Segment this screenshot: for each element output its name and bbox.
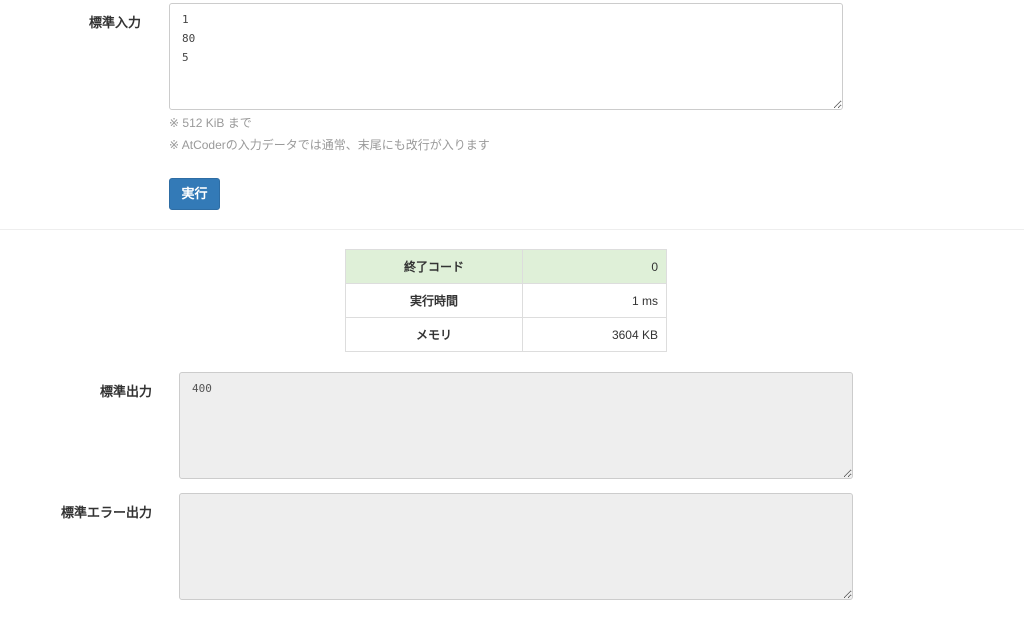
custom-test-page: 標準入力 ※ 512 KiB まで ※ AtCoderの入力データでは通常、末尾…	[0, 0, 1024, 633]
table-row-exit-code: 終了コード 0	[345, 249, 667, 284]
stdout-label: 標準出力	[99, 384, 152, 399]
memory-value: 3604 KB	[522, 317, 667, 352]
table-row-memory: メモリ 3604 KB	[345, 317, 667, 352]
section-divider	[0, 229, 1024, 230]
trailing-newline-note: ※ AtCoderの入力データでは通常、末尾にも改行が入ります	[169, 138, 490, 152]
stderr-textarea[interactable]	[179, 493, 853, 600]
run-button[interactable]: 実行	[169, 178, 220, 210]
exit-code-label: 終了コード	[345, 249, 523, 284]
memory-label: メモリ	[345, 317, 523, 352]
stderr-label: 標準エラー出力	[60, 505, 152, 520]
exec-time-value: 1 ms	[522, 283, 667, 318]
stdin-textarea[interactable]	[169, 3, 843, 110]
stdout-textarea[interactable]	[179, 372, 853, 479]
exit-code-value: 0	[522, 249, 667, 284]
exec-time-label: 実行時間	[345, 283, 523, 318]
size-limit-note: ※ 512 KiB まで	[169, 116, 252, 130]
result-table: 終了コード 0 実行時間 1 ms メモリ 3604 KB	[345, 249, 667, 352]
stdin-label: 標準入力	[88, 15, 141, 30]
table-row-exec-time: 実行時間 1 ms	[345, 283, 667, 318]
